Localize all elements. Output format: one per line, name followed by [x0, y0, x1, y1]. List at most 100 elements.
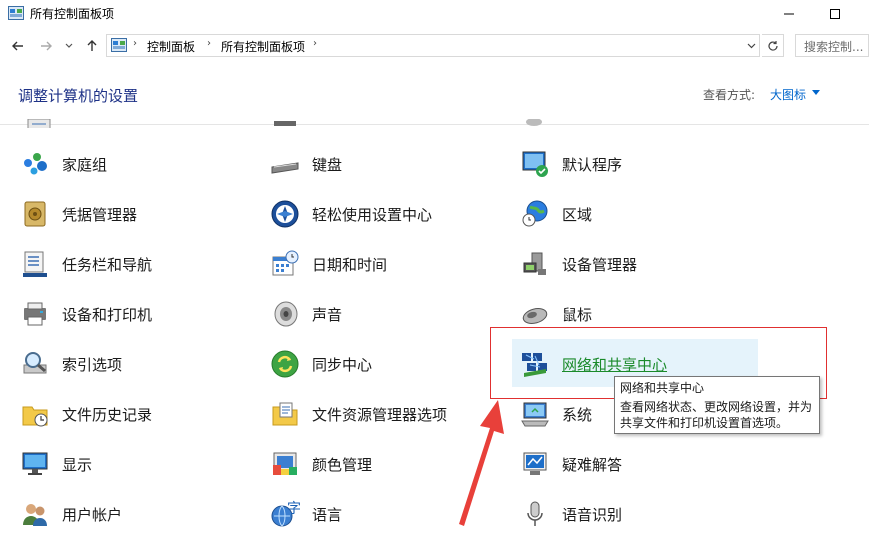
- item-homegroup[interactable]: 家庭组: [18, 142, 107, 186]
- annotation-arrow-icon: [459, 400, 504, 526]
- vault-icon: [24, 201, 46, 227]
- color-management-icon: [273, 452, 297, 475]
- item-region[interactable]: 区域: [518, 192, 592, 236]
- item-date-time[interactable]: 日期和时间: [268, 242, 387, 286]
- header-divider: [0, 124, 869, 125]
- item-indexing-options[interactable]: 索引选项: [18, 342, 122, 386]
- item-sound[interactable]: 声音: [268, 292, 342, 336]
- minimize-button[interactable]: [766, 0, 812, 28]
- item-label: 文件资源管理器选项: [312, 405, 448, 424]
- mouse-icon: [522, 308, 548, 324]
- globe-clock-icon: [522, 200, 548, 227]
- item-label: 用户帐户: [62, 505, 123, 524]
- caret-down-icon[interactable]: [812, 90, 820, 96]
- minimize-icon: [784, 13, 794, 15]
- chevron-down-icon: [747, 43, 755, 48]
- back-button[interactable]: [8, 36, 28, 56]
- item-label: 键盘: [312, 155, 343, 174]
- folder-options-icon: [272, 402, 298, 426]
- calendar-clock-icon: [272, 250, 299, 276]
- item-label: 默认程序: [562, 155, 623, 174]
- item-ease-of-access[interactable]: 轻松使用设置中心: [268, 192, 432, 236]
- view-by-label: 查看方式:: [703, 88, 756, 102]
- item-label: 鼠标: [562, 305, 593, 324]
- device-manager-icon: [523, 252, 546, 275]
- item-credential-manager[interactable]: 凭据管理器: [18, 192, 137, 236]
- control-panel-icon: [8, 6, 24, 20]
- sync-icon: [271, 350, 299, 378]
- chevron-down-icon: [65, 43, 73, 48]
- address-dropdown-button[interactable]: [742, 34, 760, 57]
- item-label: 区域: [562, 205, 593, 224]
- item-devices-printers[interactable]: 设备和打印机: [18, 292, 152, 336]
- item-label: 语音识别: [562, 505, 623, 524]
- maximize-button[interactable]: [812, 0, 858, 28]
- item-keyboard[interactable]: 键盘: [268, 142, 342, 186]
- navigation-bar: › 控制面板 › 所有控制面板项 › 搜索控制...: [0, 30, 869, 62]
- printer-icon: [24, 302, 46, 326]
- ease-of-access-icon: [271, 200, 299, 228]
- item-troubleshooting[interactable]: 疑难解答: [518, 442, 622, 486]
- item-file-history[interactable]: 文件历史记录: [18, 392, 152, 436]
- item-device-manager[interactable]: 设备管理器: [518, 242, 637, 286]
- search-input[interactable]: 搜索控制...: [795, 34, 869, 57]
- tooltip-title: 网络和共享中心: [620, 381, 705, 395]
- partial-row-icon: [520, 116, 550, 128]
- microphone-icon: [527, 501, 543, 526]
- forward-button[interactable]: [36, 36, 56, 56]
- speaker-icon: [274, 301, 298, 327]
- item-taskbar-navigation[interactable]: 任务栏和导航: [18, 242, 152, 286]
- up-button[interactable]: [82, 36, 102, 56]
- item-label: 颜色管理: [312, 455, 373, 474]
- magnifier-icon: [23, 352, 47, 374]
- maximize-icon: [830, 9, 840, 19]
- tooltip-description-line1: 查看网络状态、更改网络设置，并为: [620, 400, 813, 414]
- item-label: 家庭组: [62, 155, 108, 174]
- item-default-programs[interactable]: 默认程序: [518, 142, 622, 186]
- item-label: 显示: [62, 455, 93, 474]
- item-label: 系统: [562, 405, 593, 424]
- item-display[interactable]: 显示: [18, 442, 92, 486]
- page-title: 调整计算机的设置: [18, 87, 139, 105]
- partial-row-icon: [270, 116, 300, 128]
- svg-text:字: 字: [287, 501, 300, 517]
- address-bar[interactable]: › 控制面板 › 所有控制面板项 ›: [106, 34, 760, 57]
- tooltip-description-line2: 共享文件和打印机设置首选项。: [620, 416, 789, 430]
- recent-locations-button[interactable]: [62, 36, 76, 56]
- arrow-right-icon: [41, 41, 52, 51]
- monitor-icon: [22, 452, 48, 475]
- breadcrumb-separator-icon[interactable]: ›: [133, 38, 137, 49]
- item-label: 日期和时间: [312, 255, 388, 274]
- folder-clock-icon: [22, 406, 48, 427]
- item-sync-center[interactable]: 同步中心: [268, 342, 372, 386]
- breadcrumb-control-panel[interactable]: 控制面板: [147, 38, 195, 55]
- default-programs-icon: [522, 151, 548, 177]
- item-label: 语言: [312, 505, 343, 524]
- homegroup-icon: [24, 153, 47, 175]
- item-speech-recognition[interactable]: 语音识别: [518, 492, 622, 536]
- users-icon: [23, 504, 47, 526]
- item-label: 文件历史记录: [62, 405, 153, 424]
- item-label: 疑难解答: [562, 455, 623, 474]
- partial-row-icon: [24, 116, 54, 128]
- search-placeholder: 搜索控制...: [804, 40, 864, 54]
- arrow-up-icon: [87, 40, 97, 51]
- item-label: 任务栏和导航: [62, 255, 153, 274]
- tooltip: 网络和共享中心 查看网络状态、更改网络设置，并为 共享文件和打印机设置首选项。: [614, 376, 820, 434]
- item-label: 同步中心: [312, 355, 373, 374]
- breadcrumb-all-items[interactable]: 所有控制面板项: [221, 38, 305, 55]
- refresh-button[interactable]: [762, 34, 784, 57]
- troubleshooting-icon: [523, 452, 547, 475]
- system-icon: [521, 402, 549, 427]
- item-user-accounts[interactable]: 用户帐户: [18, 492, 122, 536]
- item-file-explorer-options[interactable]: 文件资源管理器选项: [268, 392, 447, 436]
- window-title: 所有控制面板项: [30, 7, 115, 21]
- item-label: 索引选项: [62, 355, 123, 374]
- breadcrumb-separator-icon[interactable]: ›: [313, 38, 317, 49]
- item-label: 声音: [312, 305, 343, 324]
- item-label: 设备管理器: [562, 255, 638, 274]
- view-by-dropdown[interactable]: 大图标: [770, 86, 806, 103]
- item-language[interactable]: 字 语言: [268, 492, 342, 536]
- item-color-management[interactable]: 颜色管理: [268, 442, 372, 486]
- breadcrumb-separator-icon[interactable]: ›: [207, 38, 211, 49]
